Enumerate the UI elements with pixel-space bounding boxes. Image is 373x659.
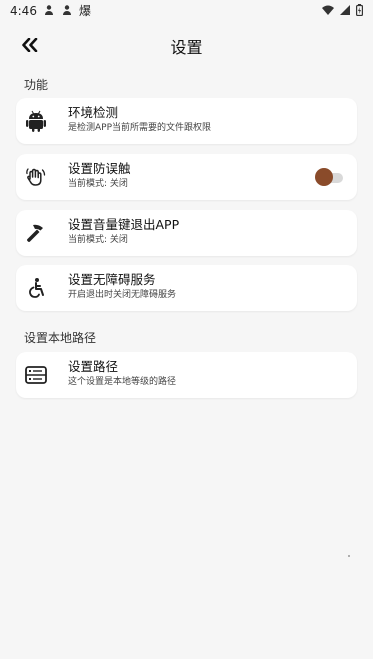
- row-title: 环境检测: [68, 105, 119, 120]
- row-title: 设置音量键退出APP: [68, 217, 180, 232]
- row-title: 设置防误触: [68, 161, 131, 176]
- toggle-knob: [315, 168, 333, 186]
- android-icon: [24, 109, 48, 133]
- row-text: 设置路径 这个设置是本地等级的路径: [68, 359, 176, 389]
- wifi-icon: [322, 4, 334, 18]
- row-text: 环境检测 是检测APP当前所需要的文件跟权限: [68, 105, 211, 135]
- anti-touch-toggle[interactable]: [315, 168, 343, 186]
- section-label-paths: 设置本地路径: [24, 331, 97, 345]
- card-accessibility: 设置无障碍服务 开启退出时关闭无障碍服务: [16, 265, 357, 311]
- section-label-features: 功能: [24, 78, 49, 92]
- row-subtitle: 这个设置是本地等级的路径: [68, 377, 177, 387]
- accessibility-icon: [24, 276, 48, 300]
- status-right: [322, 3, 364, 19]
- status-left: 4:46 爆: [10, 4, 91, 18]
- app-header: 设置: [0, 22, 373, 68]
- card-volume-exit: 设置音量键退出APP 当前模式: 关闭: [16, 210, 357, 256]
- card-anti-touch: 设置防误触 当前模式: 关闭: [16, 154, 357, 200]
- person-icon: [43, 4, 55, 18]
- double-chevron-left-icon: [21, 37, 39, 56]
- decorative-dot: [348, 555, 350, 557]
- status-time: 4:46: [10, 4, 37, 18]
- settings-item-accessibility[interactable]: 设置无障碍服务 开启退出时关闭无障碍服务: [16, 265, 357, 311]
- card-path: 设置路径 这个设置是本地等级的路径: [16, 352, 357, 398]
- settings-item-env-check[interactable]: 环境检测 是检测APP当前所需要的文件跟权限: [16, 98, 357, 144]
- page-title: 设置: [170, 38, 203, 57]
- signal-icon: [340, 4, 350, 18]
- row-text: 设置音量键退出APP 当前模式: 关闭: [68, 217, 179, 247]
- row-subtitle: 开启退出时关闭无障碍服务: [68, 290, 177, 300]
- status-bar: 4:46 爆: [0, 0, 373, 22]
- row-text: 设置无障碍服务 开启退出时关闭无障碍服务: [68, 272, 176, 302]
- row-subtitle: 当前模式: 关闭: [68, 179, 128, 189]
- settings-item-path[interactable]: 设置路径 这个设置是本地等级的路径: [16, 352, 357, 398]
- hand-icon: [24, 165, 48, 189]
- row-subtitle: 当前模式: 关闭: [68, 235, 128, 245]
- settings-item-anti-touch[interactable]: 设置防误触 当前模式: 关闭: [16, 154, 357, 200]
- back-button[interactable]: [16, 34, 44, 58]
- settings-item-volume-exit[interactable]: 设置音量键退出APP 当前模式: 关闭: [16, 210, 357, 256]
- row-title: 设置路径: [68, 359, 119, 374]
- row-subtitle: 是检测APP当前所需要的文件跟权限: [68, 123, 212, 133]
- card-env-check: 环境检测 是检测APP当前所需要的文件跟权限: [16, 98, 357, 144]
- row-title: 设置无障碍服务: [68, 272, 156, 287]
- fire-icon: 爆: [78, 4, 91, 18]
- hammer-icon: [24, 221, 48, 245]
- row-text: 设置防误触 当前模式: 关闭: [68, 161, 131, 191]
- person-icon: [61, 4, 73, 18]
- battery-icon: [356, 3, 364, 19]
- storage-icon: [24, 363, 48, 387]
